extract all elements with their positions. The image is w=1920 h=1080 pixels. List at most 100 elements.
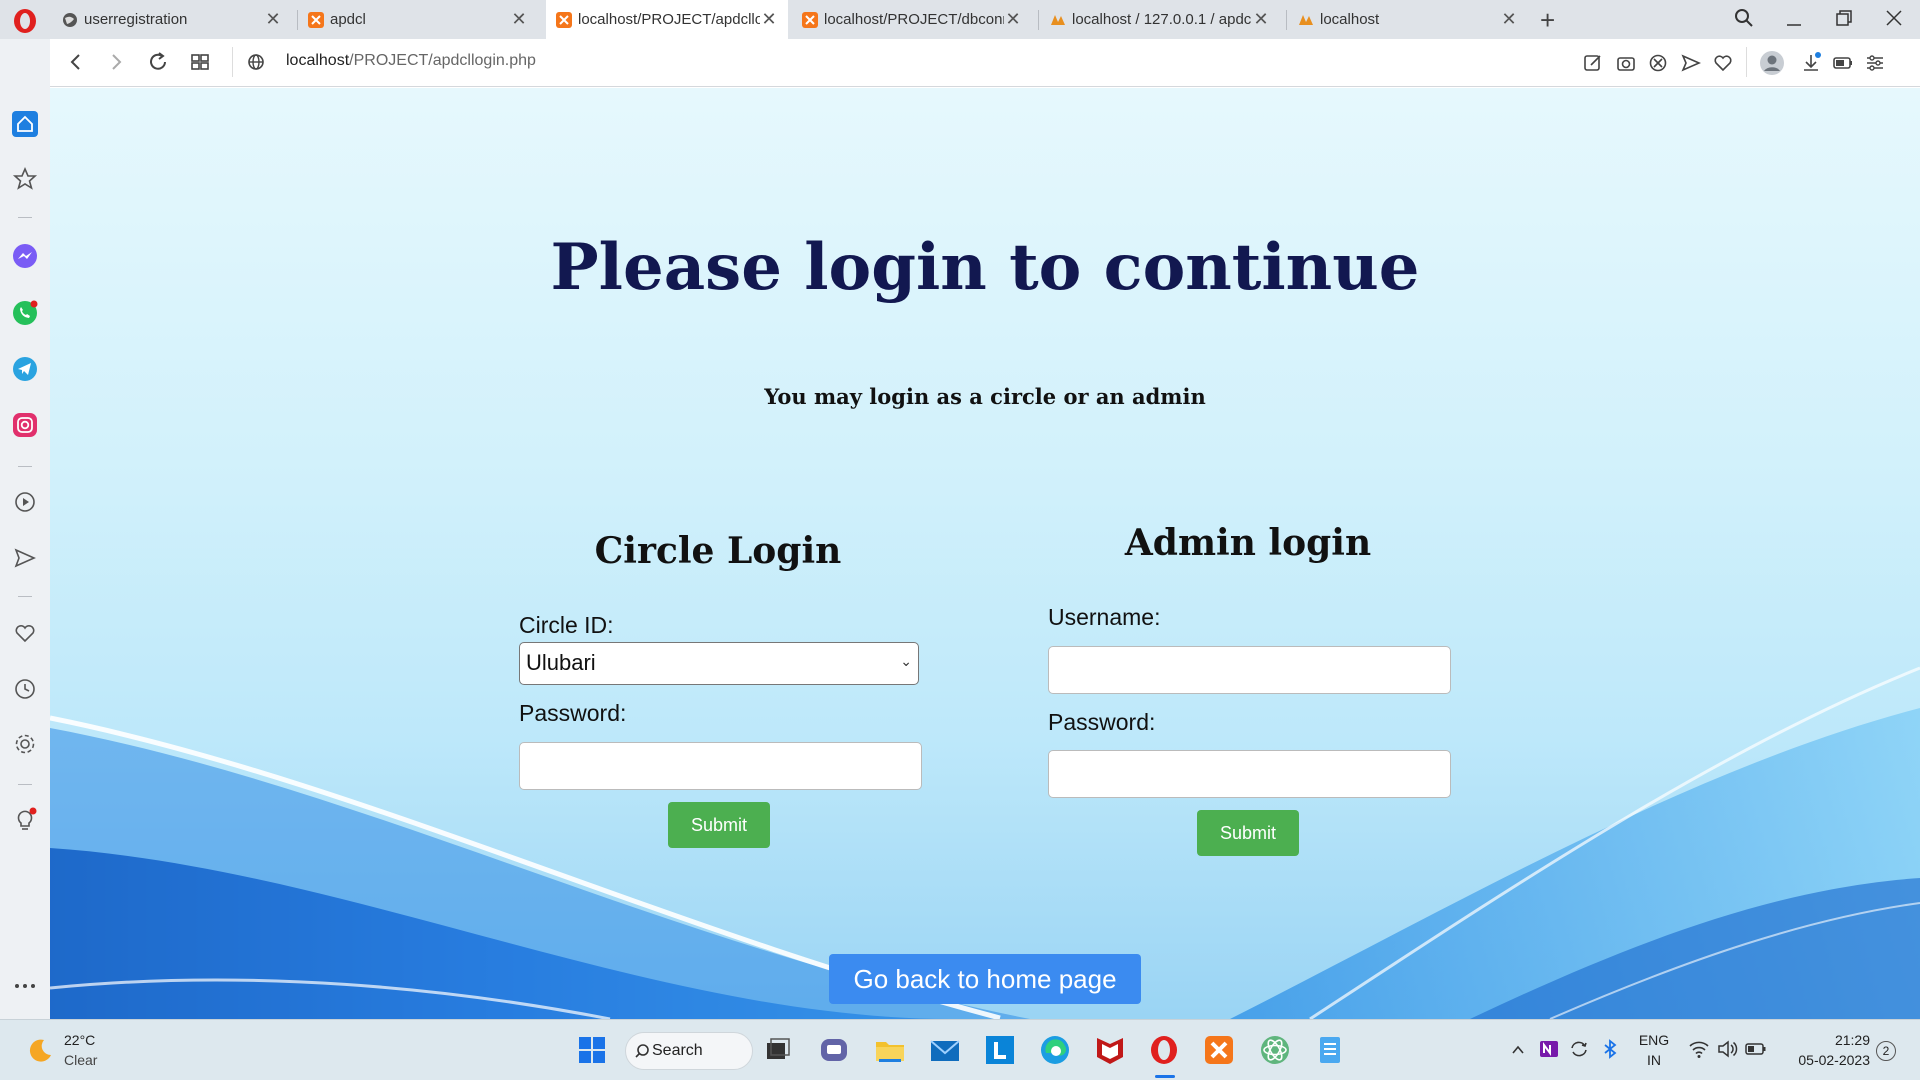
circle-password-label: Password: (519, 700, 627, 726)
home-page-button[interactable]: Go back to home page (829, 954, 1141, 1004)
opera-logo-icon[interactable] (12, 8, 38, 34)
clock-date[interactable]: 05-02-2023 (1782, 1052, 1870, 1068)
language-code[interactable]: ENG (1636, 1032, 1672, 1048)
mcafee-icon[interactable] (1093, 1033, 1127, 1067)
player-icon[interactable] (12, 489, 38, 515)
close-tab-icon[interactable]: ✕ (1252, 9, 1270, 30)
restore-icon[interactable] (1834, 8, 1854, 28)
circle-submit-button[interactable]: Submit (668, 802, 770, 848)
forward-icon[interactable] (104, 50, 128, 74)
circle-password-input[interactable] (519, 742, 922, 790)
history-clock-icon[interactable] (12, 676, 38, 702)
bluetooth-icon[interactable] (1600, 1038, 1620, 1060)
messenger-icon[interactable] (12, 243, 38, 269)
telegram-icon[interactable] (12, 356, 38, 382)
file-explorer-icon[interactable] (873, 1033, 907, 1067)
new-tab-button[interactable]: + (1540, 5, 1555, 36)
settings-gear-icon[interactable] (12, 731, 38, 757)
clock-time[interactable]: 21:29 (1784, 1032, 1870, 1048)
heart-icon[interactable] (1712, 52, 1734, 74)
page-content: Please login to continue You may login a… (50, 88, 1920, 1019)
profile-avatar-icon[interactable] (1759, 50, 1785, 76)
download-icon[interactable] (1800, 52, 1822, 74)
whatsapp-icon[interactable] (12, 300, 38, 326)
more-dots-icon[interactable] (12, 979, 38, 993)
snapshot-edit-icon[interactable] (1582, 52, 1604, 74)
tab-apdcllogin[interactable]: localhost/PROJECT/apdcllo ✕ (546, 0, 788, 39)
taskbar-search-label: Search (652, 1042, 703, 1059)
close-tab-icon[interactable]: ✕ (1004, 9, 1022, 30)
xampp-taskbar-icon[interactable] (1202, 1033, 1236, 1067)
speed-dial-home-icon[interactable] (12, 111, 38, 137)
weather-condition[interactable]: Clear (64, 1052, 97, 1068)
site-info-globe-icon[interactable] (244, 50, 268, 74)
taskbar-search[interactable]: Search (625, 1032, 753, 1070)
divider (1746, 47, 1747, 77)
phpmyadmin-icon (1299, 14, 1313, 25)
weather-moon-icon[interactable] (26, 1036, 54, 1064)
bookmarks-icon[interactable] (12, 166, 38, 192)
notepad-icon[interactable] (1313, 1033, 1347, 1067)
reload-icon[interactable] (146, 50, 170, 74)
volume-icon[interactable] (1716, 1039, 1738, 1059)
search-icon[interactable] (1734, 8, 1754, 28)
send-icon[interactable] (1680, 52, 1702, 74)
tab-apdcl[interactable]: apdcl ✕ (298, 0, 538, 39)
tab-title: apdcl (330, 11, 366, 28)
tips-lightbulb-icon[interactable] (12, 807, 38, 833)
admin-submit-button[interactable]: Submit (1197, 810, 1299, 856)
divider (18, 596, 32, 597)
close-tab-icon[interactable]: ✕ (1500, 9, 1518, 30)
tab-dbconn[interactable]: localhost/PROJECT/dbconn ✕ (792, 0, 1032, 39)
phpmyadmin-icon (1051, 14, 1065, 25)
username-input[interactable] (1048, 646, 1451, 694)
tab-localhost[interactable]: localhost ✕ (1288, 0, 1528, 39)
battery-icon[interactable] (1744, 1040, 1768, 1058)
close-tab-icon[interactable]: ✕ (510, 9, 528, 30)
adblock-icon[interactable] (1647, 52, 1669, 74)
atom-editor-icon[interactable] (1258, 1033, 1292, 1067)
close-window-icon[interactable] (1884, 8, 1904, 28)
opera-taskbar-icon[interactable] (1147, 1033, 1181, 1067)
admin-password-input[interactable] (1048, 750, 1451, 798)
tab-title: localhost/PROJECT/dbconn (824, 11, 1004, 28)
address-bar: localhost/PROJECT/apdcllogin.php (50, 39, 1920, 87)
close-tab-icon[interactable]: ✕ (760, 9, 778, 30)
tab-userregistration[interactable]: userregistration ✕ (52, 0, 292, 39)
sync-icon[interactable] (1568, 1038, 1590, 1060)
back-icon[interactable] (64, 50, 88, 74)
url-field[interactable]: localhost/PROJECT/apdcllogin.php (286, 52, 536, 70)
wifi-icon[interactable] (1688, 1039, 1710, 1059)
task-view-icon[interactable] (761, 1033, 795, 1067)
camera-icon[interactable] (1615, 52, 1637, 74)
teams-chat-icon[interactable] (817, 1033, 851, 1067)
taskbar: 22°C Clear Search ENG IN 21:29 05-02-202… (0, 1019, 1920, 1080)
weather-temperature[interactable]: 22°C (64, 1032, 95, 1048)
easy-setup-icon[interactable] (1864, 52, 1886, 74)
edge-browser-icon[interactable] (1038, 1033, 1072, 1067)
search-icon (635, 1044, 649, 1058)
app-l-icon[interactable] (983, 1033, 1017, 1067)
onenote-icon[interactable] (1538, 1038, 1560, 1060)
divider (18, 784, 32, 785)
heart-icon[interactable] (12, 620, 38, 646)
windows-start-icon[interactable] (575, 1033, 609, 1067)
circle-id-select[interactable]: Ulubari ⌄ (519, 642, 919, 685)
divider (232, 47, 233, 77)
language-region[interactable]: IN (1636, 1052, 1672, 1068)
circle-id-selected-value: Ulubari (526, 650, 596, 675)
mail-icon[interactable] (928, 1033, 962, 1067)
divider (18, 217, 32, 218)
flow-send-icon[interactable] (12, 545, 38, 571)
tab-phpmyadmin[interactable]: localhost / 127.0.0.1 / apdc ✕ (1040, 0, 1280, 39)
tab-separator (1286, 10, 1287, 30)
minimize-icon[interactable] (1784, 10, 1804, 30)
chevron-up-icon[interactable] (1510, 1042, 1526, 1058)
close-tab-icon[interactable]: ✕ (264, 9, 282, 30)
instagram-icon[interactable] (12, 412, 38, 438)
tab-title: localhost (1320, 11, 1380, 28)
notification-badge[interactable]: 2 (1876, 1041, 1896, 1061)
battery-saver-icon[interactable] (1832, 52, 1854, 74)
xampp-icon (556, 11, 572, 28)
tabs-grid-icon[interactable] (188, 50, 212, 74)
